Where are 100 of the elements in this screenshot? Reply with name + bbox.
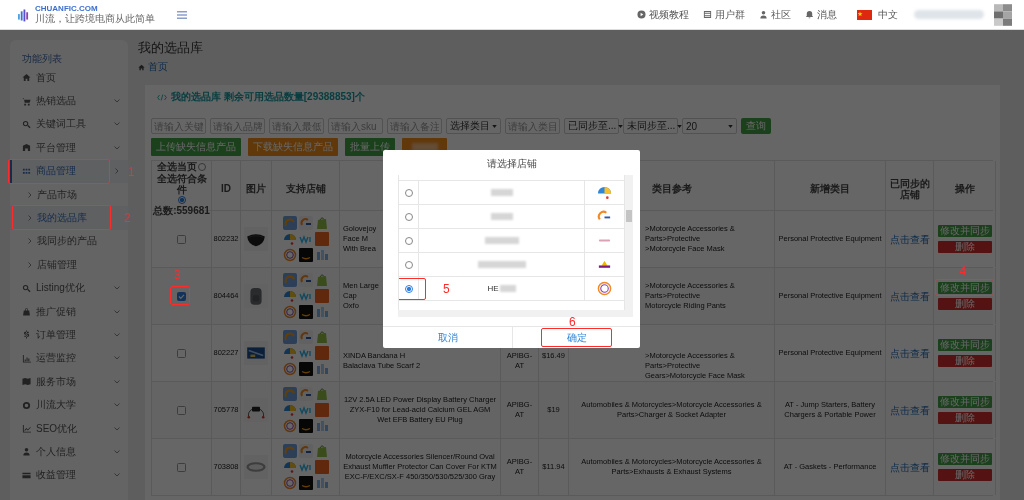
breadcrumb-link[interactable]: 首页 <box>148 62 168 72</box>
sidebar-item[interactable]: Listing优化 <box>10 276 128 300</box>
scrollbar[interactable] <box>398 310 633 317</box>
platform-logo-icon <box>314 387 329 401</box>
column-header: 操作 <box>954 183 975 194</box>
delete-button[interactable]: 删除 <box>937 298 992 310</box>
language-link[interactable]: 中文 <box>878 7 898 22</box>
search-icon <box>22 283 31 293</box>
platform-logo-icon <box>282 346 297 360</box>
cart-icon <box>22 96 31 106</box>
radio-button[interactable] <box>198 162 206 171</box>
home-icon <box>138 63 145 71</box>
platform-logo-icon <box>298 419 313 433</box>
action-button[interactable]: 下载缺失信息产品 <box>248 138 338 156</box>
view-link[interactable]: 点击查看 <box>889 460 930 474</box>
dialog-title: 请选择店铺 <box>485 157 538 171</box>
view-link[interactable]: 点击查看 <box>889 403 930 417</box>
delete-button[interactable]: 删除 <box>937 355 992 367</box>
platform-logo-icon <box>314 305 329 319</box>
column-header: 支持店铺 <box>285 183 326 194</box>
delete-button[interactable]: 删除 <box>937 412 992 424</box>
platform-logo-icon <box>314 289 329 303</box>
column-header: 新增类目 <box>810 183 850 194</box>
person-icon <box>759 10 768 19</box>
filter-dropdown[interactable]: 选择类目 <box>446 118 501 134</box>
radio-button[interactable] <box>404 260 413 269</box>
line-chart-icon <box>22 424 31 434</box>
avatar[interactable] <box>994 3 1012 26</box>
callout-number: 5 <box>443 283 450 295</box>
store-name: HE <box>487 284 499 293</box>
radio-button[interactable] <box>404 212 413 221</box>
platform-logo-icon <box>282 273 297 287</box>
redacted-text <box>484 237 519 244</box>
building-icon <box>22 143 31 153</box>
page-title: 我的选品库 <box>138 39 204 57</box>
home-icon <box>22 73 31 83</box>
bag-icon <box>22 307 31 317</box>
platform-logo-icon <box>298 362 313 376</box>
caret-icon <box>677 124 683 128</box>
redacted-text <box>499 285 516 292</box>
grid-icon <box>22 166 31 176</box>
header-link[interactable]: 消息 <box>805 7 837 22</box>
radio-button[interactable] <box>404 188 413 197</box>
logo-icon <box>18 7 29 22</box>
cancel-button[interactable]: 取消 <box>383 327 513 348</box>
radio-button[interactable] <box>404 236 413 245</box>
redacted-text <box>490 213 513 220</box>
platform-logo-icon <box>282 216 297 230</box>
ring-icon <box>22 400 31 410</box>
chevron-icon <box>28 191 32 198</box>
row-checkbox[interactable] <box>177 348 186 358</box>
filter-dropdown[interactable]: 20 <box>682 118 737 134</box>
bar-chart-icon <box>22 353 31 363</box>
platform-logo-icon <box>282 305 297 319</box>
platform-logo-icon <box>282 289 297 303</box>
platform-logo-icon <box>282 460 297 474</box>
delete-button[interactable]: 删除 <box>937 469 992 481</box>
total-count: 总数:559681 <box>153 205 210 216</box>
platform-logo-icon <box>314 248 329 262</box>
delete-button[interactable]: 删除 <box>937 241 992 253</box>
radio-button[interactable] <box>177 196 186 204</box>
platform-logo-icon <box>282 362 297 376</box>
flag-icon <box>857 9 872 20</box>
radio-button[interactable] <box>404 284 413 293</box>
redacted-text <box>914 10 984 19</box>
platform-logo-icon <box>314 330 329 344</box>
card-icon <box>22 470 31 480</box>
header-link[interactable]: 社区 <box>759 7 791 22</box>
caret-icon <box>492 124 497 128</box>
scrollbar[interactable] <box>625 175 633 310</box>
platform-logo-icon <box>282 476 297 490</box>
row-checkbox[interactable] <box>177 405 186 415</box>
callout-number: 3 <box>174 269 181 281</box>
menu-icon[interactable] <box>177 10 187 19</box>
row-checkbox[interactable] <box>177 234 186 244</box>
platform-logo-icon <box>314 460 329 474</box>
caret-icon <box>728 124 733 128</box>
platform-logo-icon <box>298 476 313 490</box>
view-link[interactable]: 点击查看 <box>889 346 930 360</box>
map-icon <box>22 377 31 387</box>
callout-number: 4 <box>959 265 967 277</box>
select-all-label: 全选符合条件 <box>155 173 208 195</box>
chevron-icon <box>28 238 32 245</box>
platform-logo-icon <box>282 419 297 433</box>
search-icon <box>22 119 31 129</box>
bell-icon <box>805 10 814 19</box>
view-link[interactable]: 点击查看 <box>889 232 930 246</box>
header-link[interactable]: 用户群 <box>703 7 745 22</box>
sidebar-item[interactable]: SEO优化 <box>10 416 128 441</box>
play-icon <box>637 10 646 19</box>
view-link[interactable]: 点击查看 <box>889 289 930 303</box>
platform-logo-icon <box>314 273 329 287</box>
sidebar-item[interactable]: 首页 <box>10 66 128 90</box>
confirm-button[interactable]: 确定 <box>513 327 640 348</box>
row-checkbox[interactable] <box>177 462 186 472</box>
store-logo-icon <box>597 281 612 296</box>
query-button[interactable]: 查询 <box>741 118 771 134</box>
header-link[interactable]: 视频教程 <box>637 7 689 22</box>
row-checkbox[interactable] <box>177 291 186 301</box>
callout-number: 6 <box>569 316 576 328</box>
